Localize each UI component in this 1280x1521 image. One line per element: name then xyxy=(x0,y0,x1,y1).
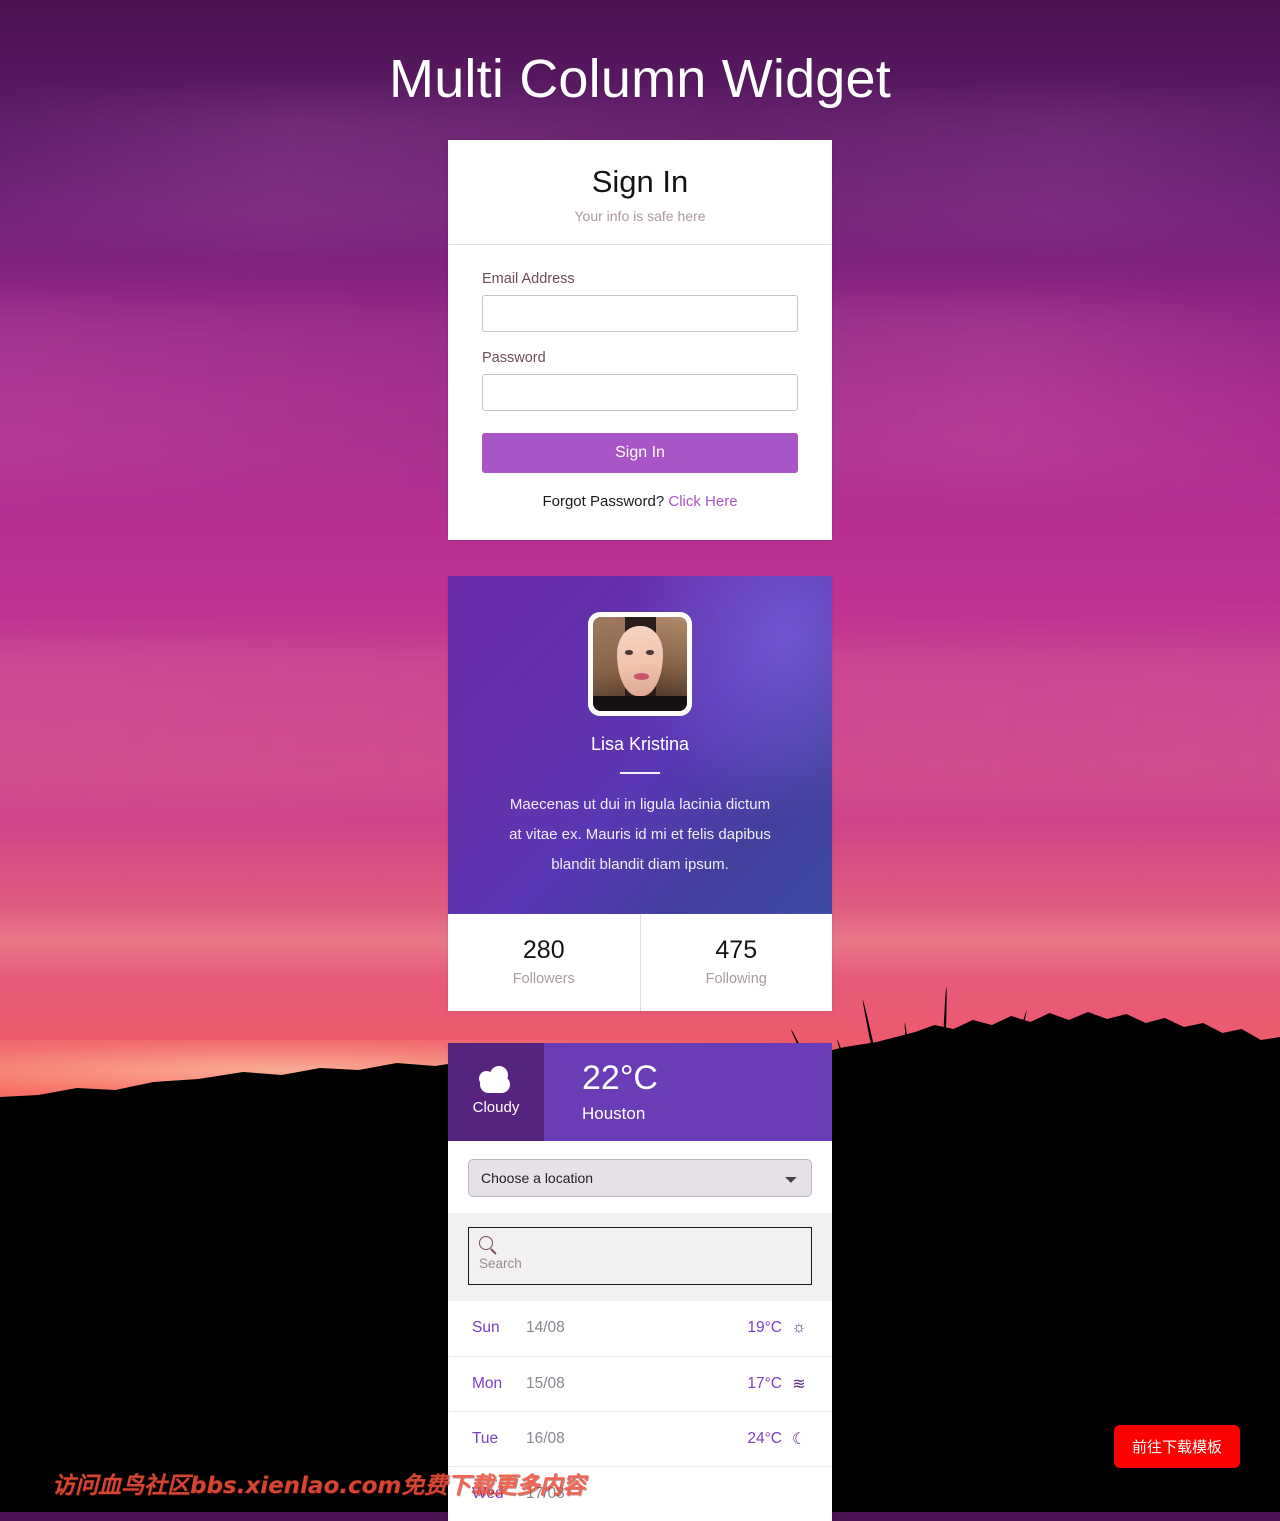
signin-submit-button[interactable]: Sign In xyxy=(482,432,798,473)
forecast-temp: 19°C xyxy=(747,1319,782,1337)
fog-icon: ≋ xyxy=(792,1375,806,1393)
stat-followers-value: 280 xyxy=(522,935,565,964)
forecast-date: 16/08 xyxy=(526,1429,565,1447)
location-select[interactable]: Choose a location xyxy=(468,1158,812,1197)
watermark: 访问血鸟社区bbs.xienlao.com免费下载更多内容 xyxy=(52,1473,586,1499)
avatar-face xyxy=(617,626,663,696)
avatar xyxy=(588,611,692,716)
profile-stats: 280 Followers 475 Following xyxy=(448,913,833,1011)
page-title: Multi Column Widget xyxy=(389,49,891,109)
weather-card: Cloudy 22°C Houston Choose a location Se… xyxy=(448,1042,832,1521)
forgot-password-text: Forgot Password? xyxy=(542,492,665,510)
weather-search-wrap: Search xyxy=(448,1212,832,1301)
avatar-shoulder xyxy=(593,695,687,711)
password-label: Password xyxy=(482,349,546,366)
weather-temperature: 22°C xyxy=(582,1058,658,1097)
email-field[interactable] xyxy=(482,294,798,332)
forgot-password-line: Forgot Password? Click Here xyxy=(482,493,798,510)
stat-following: 475 Following xyxy=(639,913,833,1011)
stat-following-value: 475 xyxy=(715,935,758,964)
profile-bio: Maecenas ut dui in ligula lacinia dictum… xyxy=(509,795,771,873)
cloud-icon xyxy=(476,1066,516,1094)
forecast-temp: 24°C xyxy=(747,1429,782,1447)
profile-name: Lisa Kristina xyxy=(590,733,690,754)
forecast-row[interactable]: Sun 14/08 19°C ☼ xyxy=(448,1301,832,1356)
stat-followers-label: Followers xyxy=(512,970,575,987)
forecast-date: 15/08 xyxy=(526,1374,565,1392)
forecast-row[interactable]: Mon 15/08 17°C ≋ xyxy=(448,1355,832,1411)
forecast-day: Mon xyxy=(472,1374,503,1392)
weather-city: Houston xyxy=(582,1103,646,1123)
avatar-photo xyxy=(593,616,687,711)
profile-card: Lisa Kristina Maecenas ut dui in ligula … xyxy=(448,576,832,1011)
forecast-date: 14/08 xyxy=(526,1319,565,1337)
signin-title: Sign In xyxy=(591,164,689,199)
download-template-button[interactable]: 前往下载模板 xyxy=(1113,1425,1240,1468)
stat-following-label: Following xyxy=(705,970,767,987)
search-placeholder: Search xyxy=(479,1255,522,1271)
field-spacer xyxy=(482,332,798,350)
moon-icon: ☾ xyxy=(791,1430,807,1448)
weather-condition-panel: Cloudy xyxy=(448,1042,544,1141)
weather-condition-label: Cloudy xyxy=(472,1099,520,1117)
email-label: Email Address xyxy=(482,270,575,287)
forgot-password-link[interactable]: Click Here xyxy=(668,493,737,510)
forecast-day: Sun xyxy=(472,1319,500,1337)
avatar-lips xyxy=(634,673,650,680)
page-root: Multi Column Widget Sign In Your info is… xyxy=(0,0,1280,1521)
stat-followers: 280 Followers xyxy=(448,914,640,1011)
forecast-row[interactable]: Tue 16/08 24°C ☾ xyxy=(448,1410,832,1466)
location-select-wrap: Choose a location xyxy=(448,1140,832,1213)
signin-subtitle: Your info is safe here xyxy=(574,207,706,224)
forecast-day: Tue xyxy=(472,1429,499,1447)
signin-card: Sign In Your info is safe here Email Add… xyxy=(448,140,832,540)
search-input[interactable]: Search xyxy=(468,1226,812,1285)
signin-header: Sign In Your info is safe here xyxy=(448,140,832,245)
signin-form: Email Address Password Sign In Forgot Pa… xyxy=(448,245,832,540)
profile-header: Lisa Kristina Maecenas ut dui in ligula … xyxy=(448,576,832,914)
sun-icon: ☼ xyxy=(791,1319,807,1337)
search-icon xyxy=(479,1235,498,1255)
weather-current: 22°C Houston xyxy=(544,1042,832,1141)
weather-header: Cloudy 22°C Houston xyxy=(448,1042,832,1141)
profile-divider xyxy=(620,771,660,774)
forecast-temp: 17°C xyxy=(747,1374,782,1392)
password-field[interactable] xyxy=(482,373,798,411)
